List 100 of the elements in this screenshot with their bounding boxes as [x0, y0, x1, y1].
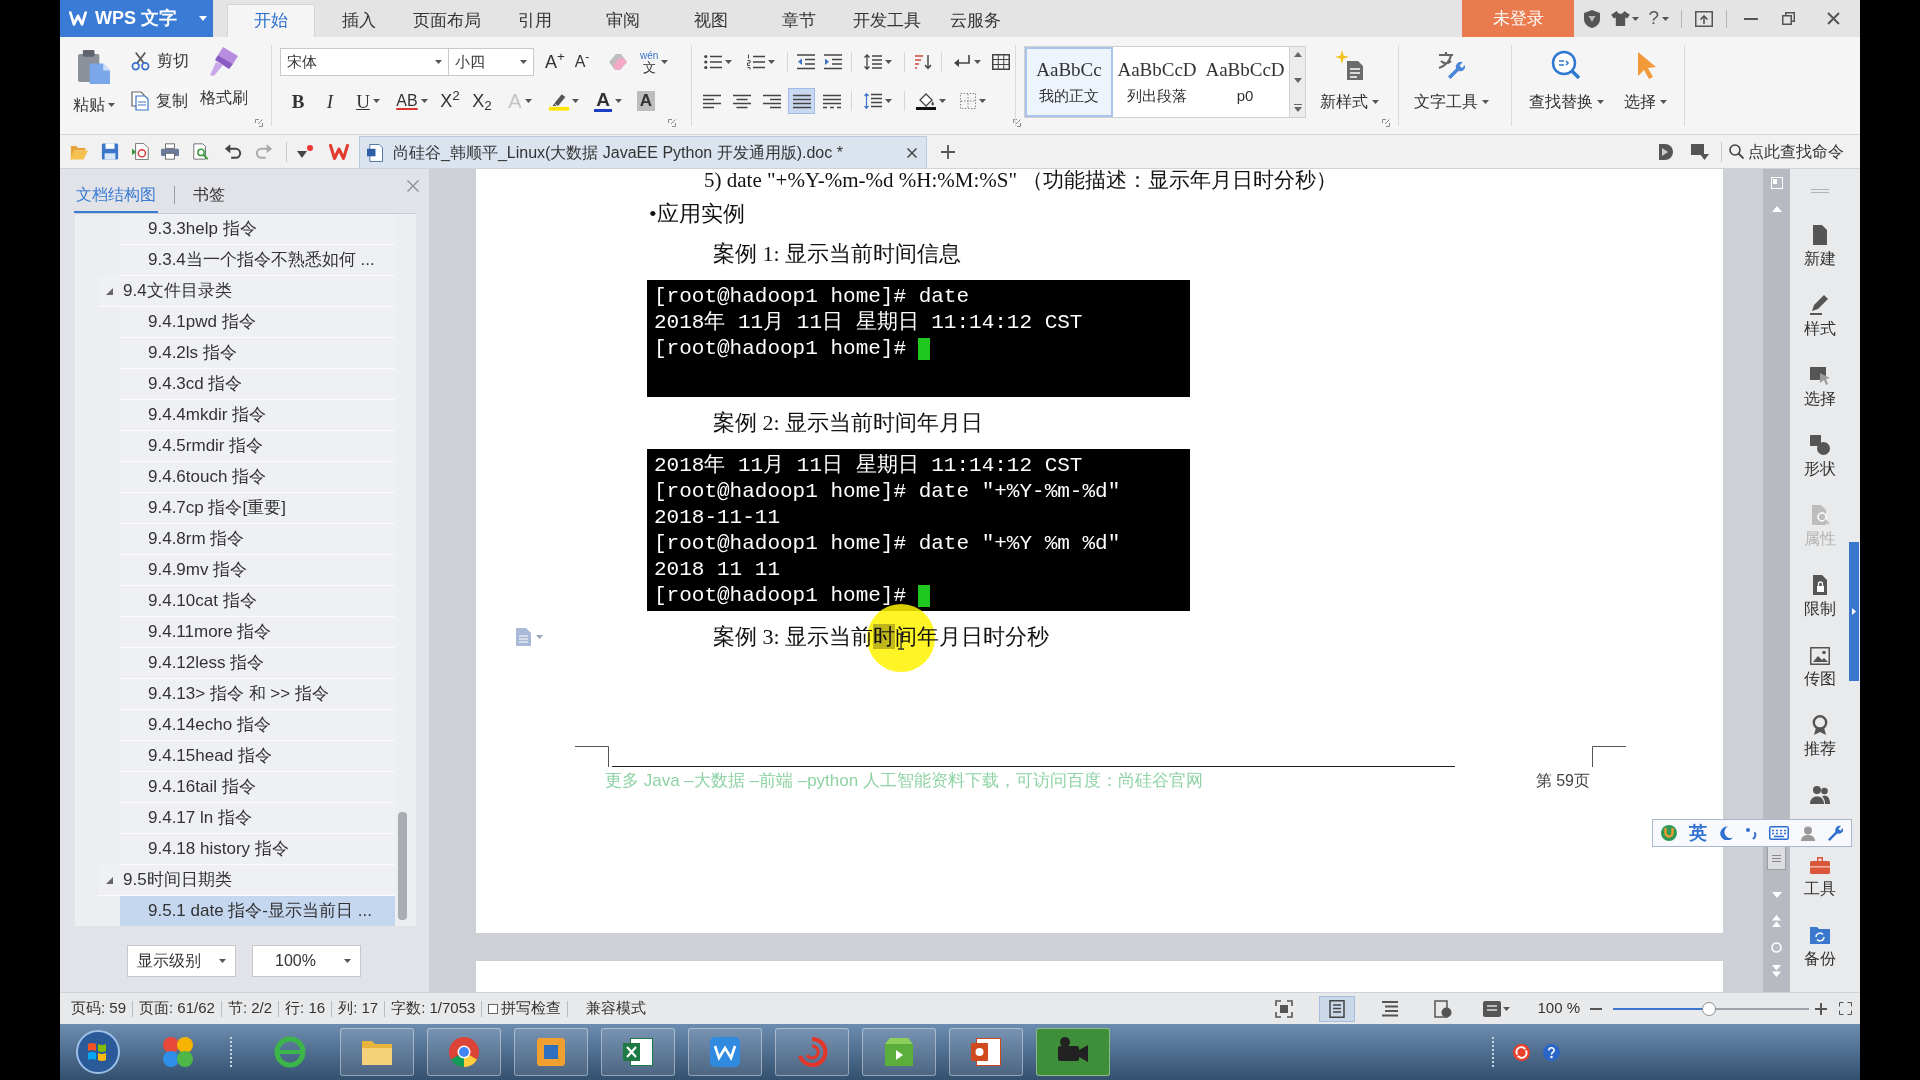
help-button[interactable]: ? [1648, 4, 1669, 33]
ribbon-tool-button[interactable]: 文字工具 [1411, 37, 1491, 134]
shrink-font-button[interactable]: A$^{-}$ [570, 49, 594, 75]
ribbon-tab[interactable]: 章节 [755, 4, 843, 37]
scroll-up-icon[interactable] [1293, 52, 1302, 57]
save-icon[interactable] [101, 143, 119, 160]
superscript-button[interactable]: X$^{2}$ [436, 88, 464, 114]
app-menu-button[interactable]: WPS 文字 [60, 0, 213, 37]
font-color-button[interactable]: A [588, 88, 628, 114]
subscript-button[interactable]: X$_{2}$ [468, 88, 496, 114]
w-logo-icon[interactable] [329, 143, 349, 160]
checkbox[interactable] [488, 1003, 499, 1014]
taskbar-button[interactable] [949, 1028, 1023, 1076]
taskbar-button[interactable] [427, 1028, 501, 1076]
side-panel-button[interactable]: 新建 [1790, 213, 1849, 283]
level-dropdown[interactable]: 显示级别 [127, 945, 236, 977]
scrollbar-thumb[interactable] [1767, 846, 1786, 870]
side-panel-button[interactable]: 样式 [1790, 283, 1849, 353]
ribbon-tool-button[interactable]: 查找替换 [1526, 37, 1606, 134]
close-icon[interactable] [907, 147, 917, 158]
dialog-launcher-icon[interactable] [668, 119, 677, 127]
dropdown-box-icon[interactable] [1691, 143, 1709, 160]
format-painter-button[interactable]: 格式刷 [197, 37, 251, 134]
close-icon[interactable] [1827, 12, 1840, 25]
pane-tab[interactable]: 书签 [191, 179, 227, 213]
restore-icon[interactable] [1782, 12, 1795, 25]
printer-icon[interactable] [161, 143, 179, 160]
view-mode-button[interactable] [1319, 995, 1356, 1022]
underline-button[interactable]: U [348, 88, 388, 114]
ribbon-tab[interactable]: 审阅 [579, 4, 667, 37]
ribbon-tool-button[interactable]: 新样式 [1319, 37, 1379, 134]
phonetic-guide-button[interactable]: wén 文 [640, 49, 669, 75]
grow-font-button[interactable]: A$^{+}$ [543, 49, 567, 75]
ribbon-tab[interactable]: 开始 [227, 4, 315, 37]
help-icon[interactable] [1543, 1043, 1560, 1061]
style-preset[interactable]: AaBbCcD 列出段落 [1113, 47, 1201, 117]
ribbon-tab[interactable]: 云服务 [931, 4, 1019, 37]
side-panel-button[interactable]: 限制 [1790, 563, 1849, 633]
zoom-slider[interactable] [1613, 1001, 1809, 1016]
language-mode-button[interactable]: 英 [1689, 824, 1707, 842]
fullscreen-icon[interactable] [1839, 1002, 1852, 1015]
drag-handle-icon[interactable] [1810, 189, 1829, 193]
side-panel-button[interactable]: 工具 [1790, 843, 1849, 913]
font-name-dropdown[interactable]: 宋体 [280, 48, 449, 76]
taskbar-button[interactable] [1036, 1028, 1110, 1076]
dialog-launcher-icon[interactable] [255, 119, 263, 127]
side-panel-button[interactable]: 传图 [1790, 633, 1849, 703]
font-size-dropdown[interactable]: 小四 [449, 48, 534, 76]
ribbon-tab[interactable]: 视图 [667, 4, 755, 37]
document-tab[interactable]: 尚硅谷_韩顺平_Linux(大数据 JavaEE Python 开发通用版).doc * [359, 136, 927, 168]
ribbon-tab[interactable]: 开发工具 [843, 4, 931, 37]
justify-button[interactable] [788, 88, 815, 114]
taskbar-button[interactable] [340, 1028, 414, 1076]
style-preset[interactable]: AaBbCc 我的正文 [1025, 47, 1113, 117]
keyboard-icon[interactable] [1769, 826, 1789, 840]
italic-button[interactable]: I [316, 88, 344, 114]
wrench-icon[interactable] [1827, 825, 1843, 841]
moon-icon[interactable] [1719, 826, 1733, 840]
zoom-dropdown[interactable]: 100% [252, 945, 361, 977]
expanded-triangle-icon[interactable] [106, 876, 113, 884]
tree-item[interactable]: 9.5.1 date 指令-显示当前日 ... [120, 896, 395, 926]
dialog-launcher-icon[interactable] [1013, 119, 1021, 127]
command-search-field[interactable]: 点此查找命令 [1729, 139, 1852, 164]
print-preview-icon[interactable] [192, 143, 210, 160]
taskbar-button[interactable] [601, 1028, 675, 1076]
bold-button[interactable]: B [284, 88, 312, 114]
strikethrough-button[interactable]: AB [392, 88, 432, 114]
spell-check-button[interactable]: 拼写检查 [488, 997, 562, 1020]
start-button[interactable] [76, 1030, 120, 1074]
dialog-launcher-icon[interactable] [1382, 119, 1390, 127]
side-panel-button[interactable]: 形状 [1790, 423, 1849, 493]
new-tab-icon[interactable] [941, 144, 955, 159]
shield-icon[interactable] [1584, 9, 1601, 28]
minimize-icon[interactable] [1744, 17, 1758, 20]
taskbar-button[interactable] [688, 1028, 762, 1076]
scrollbar-thumb[interactable] [398, 812, 407, 920]
caret-dot-icon[interactable] [297, 145, 313, 158]
copy-button[interactable]: 复制 [131, 89, 189, 113]
style-preset[interactable]: AaBbCcD p0 [1201, 47, 1289, 117]
ribbon-tab[interactable]: 引用 [491, 4, 579, 37]
skin-button[interactable] [1611, 11, 1640, 26]
ribbon-tab[interactable]: 插入 [315, 4, 403, 37]
side-panel-button[interactable] [1807, 783, 1832, 807]
scroll-down-icon[interactable] [1293, 78, 1302, 83]
user-icon[interactable] [1801, 825, 1815, 841]
side-panel-button[interactable]: 推荐 [1790, 703, 1849, 773]
punctuation-icon[interactable] [1745, 826, 1757, 840]
minus-icon[interactable] [1590, 1007, 1602, 1010]
more-styles-icon[interactable] [1293, 104, 1302, 112]
cut-button[interactable]: 剪切 [131, 49, 189, 73]
undo-icon[interactable] [224, 143, 242, 160]
ime-logo-icon[interactable] [1661, 825, 1677, 841]
side-panel-button[interactable]: 选择 [1790, 353, 1849, 423]
side-panel-button[interactable]: 备份 [1790, 913, 1849, 983]
upload-icon[interactable] [1695, 10, 1713, 27]
expanded-triangle-icon[interactable] [106, 287, 113, 295]
swirl-badge-icon[interactable] [1513, 1043, 1530, 1061]
plus-icon[interactable] [1815, 1002, 1827, 1015]
export-icon[interactable] [132, 143, 150, 160]
ribbon-tab[interactable]: 页面布局 [403, 4, 491, 37]
